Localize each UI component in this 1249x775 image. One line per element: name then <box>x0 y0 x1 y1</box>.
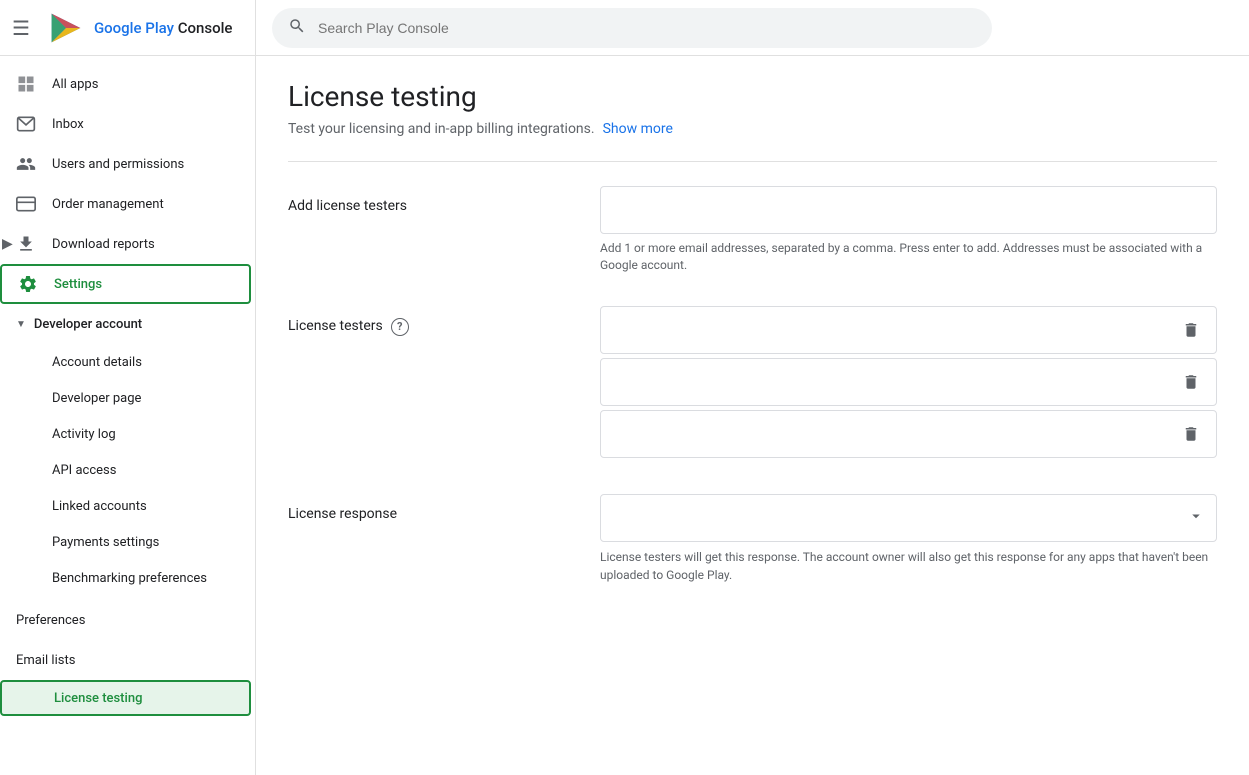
gear-icon <box>18 274 38 294</box>
page-title: License testing <box>288 80 1217 113</box>
license-response-select[interactable] <box>600 494 1217 542</box>
credit-card-icon <box>16 194 36 214</box>
sidebar-item-email-lists-label: Email lists <box>16 653 75 668</box>
add-testers-hint: Add 1 or more email addresses, separated… <box>600 240 1217 274</box>
license-response-hint: License testers will get this response. … <box>600 548 1217 584</box>
sidebar-item-license-testing[interactable]: License testing <box>0 680 251 716</box>
tester-row-1 <box>600 306 1217 354</box>
sidebar-item-account-details-label: Account details <box>52 355 142 370</box>
sidebar-item-linked-accounts-label: Linked accounts <box>52 499 147 514</box>
content-divider <box>288 161 1217 162</box>
sidebar-item-api-access-label: API access <box>52 463 116 478</box>
tester-row-3 <box>600 410 1217 458</box>
grid-icon <box>16 74 36 94</box>
search-bar-container[interactable] <box>272 8 992 48</box>
sidebar-item-activity-log-label: Activity log <box>52 427 116 442</box>
license-testers-label: License testers <box>288 318 383 334</box>
expand-arrow-icon: ▶ <box>2 236 13 252</box>
sidebar-item-preferences[interactable]: Preferences <box>0 600 247 640</box>
tester-row-2 <box>600 358 1217 406</box>
page-description: Test your licensing and in-app billing i… <box>288 121 1217 137</box>
license-testers-section: License testers ? <box>288 306 1217 462</box>
sidebar-item-payments-settings[interactable]: Payments settings <box>0 524 247 560</box>
sidebar-item-payments-settings-label: Payments settings <box>52 535 159 550</box>
help-icon[interactable]: ? <box>391 318 409 336</box>
sidebar-item-settings-label: Settings <box>54 277 102 292</box>
sidebar-item-all-apps-label: All apps <box>52 77 98 92</box>
sidebar-item-preferences-label: Preferences <box>16 613 85 628</box>
sidebar-item-settings[interactable]: Settings <box>0 264 251 304</box>
sidebar-item-download-reports-label: Download reports <box>52 237 155 252</box>
license-testers-label-col: License testers ? <box>288 306 568 336</box>
sidebar-nav: All apps Inbox Users and permissions Ord… <box>0 56 255 775</box>
page-description-text: Test your licensing and in-app billing i… <box>288 121 595 137</box>
sidebar-developer-account-label: Developer account <box>34 317 142 332</box>
sidebar-item-developer-page[interactable]: Developer page <box>0 380 247 416</box>
sidebar-item-activity-log[interactable]: Activity log <box>0 416 247 452</box>
add-license-testers-section: Add license testers Add 1 or more email … <box>288 186 1217 274</box>
license-response-select-wrapper <box>600 494 1217 542</box>
add-license-testers-input[interactable] <box>600 186 1217 234</box>
app-title-text: Google Play Console <box>94 19 233 37</box>
sidebar-item-license-testing-label: License testing <box>54 691 142 706</box>
sidebar-item-inbox[interactable]: Inbox <box>0 104 247 144</box>
sidebar-item-linked-accounts[interactable]: Linked accounts <box>0 488 247 524</box>
person-icon <box>16 154 36 174</box>
license-response-label-col: License response <box>288 494 568 522</box>
top-bar <box>256 0 1249 56</box>
sidebar-item-download-reports[interactable]: ▶ Download reports <box>0 224 247 264</box>
app-logo <box>48 10 84 46</box>
content-area: License testing Test your licensing and … <box>256 56 1249 775</box>
sidebar-item-order-management[interactable]: Order management <box>0 184 247 224</box>
add-testers-label-col: Add license testers <box>288 186 568 214</box>
arrow-down-icon: ▼ <box>16 319 26 330</box>
sidebar-item-users-permissions[interactable]: Users and permissions <box>0 144 247 184</box>
license-response-content-col: License testers will get this response. … <box>600 494 1217 584</box>
license-response-section: License response License testers will ge… <box>288 494 1217 584</box>
sidebar-item-all-apps[interactable]: All apps <box>0 64 247 104</box>
delete-tester-3-button[interactable] <box>1178 421 1204 447</box>
delete-tester-1-button[interactable] <box>1178 317 1204 343</box>
sidebar-item-api-access[interactable]: API access <box>0 452 247 488</box>
main-content: License testing Test your licensing and … <box>256 0 1249 775</box>
sidebar-item-benchmarking-preferences-label: Benchmarking preferences <box>52 571 207 586</box>
add-testers-content-col: Add 1 or more email addresses, separated… <box>600 186 1217 274</box>
sidebar-item-email-lists[interactable]: Email lists <box>0 640 247 680</box>
sidebar-item-developer-page-label: Developer page <box>52 391 141 406</box>
inbox-icon <box>16 114 36 134</box>
sidebar-item-inbox-label: Inbox <box>52 117 84 132</box>
delete-tester-2-button[interactable] <box>1178 369 1204 395</box>
hamburger-menu[interactable]: ☰ <box>12 16 30 40</box>
license-testers-content-col <box>600 306 1217 462</box>
sidebar: ☰ Google Play Console All apps Inb <box>0 0 256 775</box>
search-input[interactable] <box>318 20 976 36</box>
add-testers-label: Add license testers <box>288 198 407 214</box>
sidebar-item-order-management-label: Order management <box>52 197 164 212</box>
license-response-label: License response <box>288 506 397 522</box>
app-title: Google Play Console <box>94 19 233 37</box>
sidebar-header: ☰ Google Play Console <box>0 0 255 56</box>
download-icon <box>16 234 36 254</box>
show-more-link[interactable]: Show more <box>603 121 673 137</box>
sidebar-item-account-details[interactable]: Account details <box>0 344 247 380</box>
sidebar-developer-account-header[interactable]: ▼ Developer account <box>0 304 255 344</box>
sidebar-item-benchmarking-preferences[interactable]: Benchmarking preferences <box>0 560 247 596</box>
sidebar-item-users-permissions-label: Users and permissions <box>52 157 184 172</box>
search-icon <box>288 17 306 39</box>
